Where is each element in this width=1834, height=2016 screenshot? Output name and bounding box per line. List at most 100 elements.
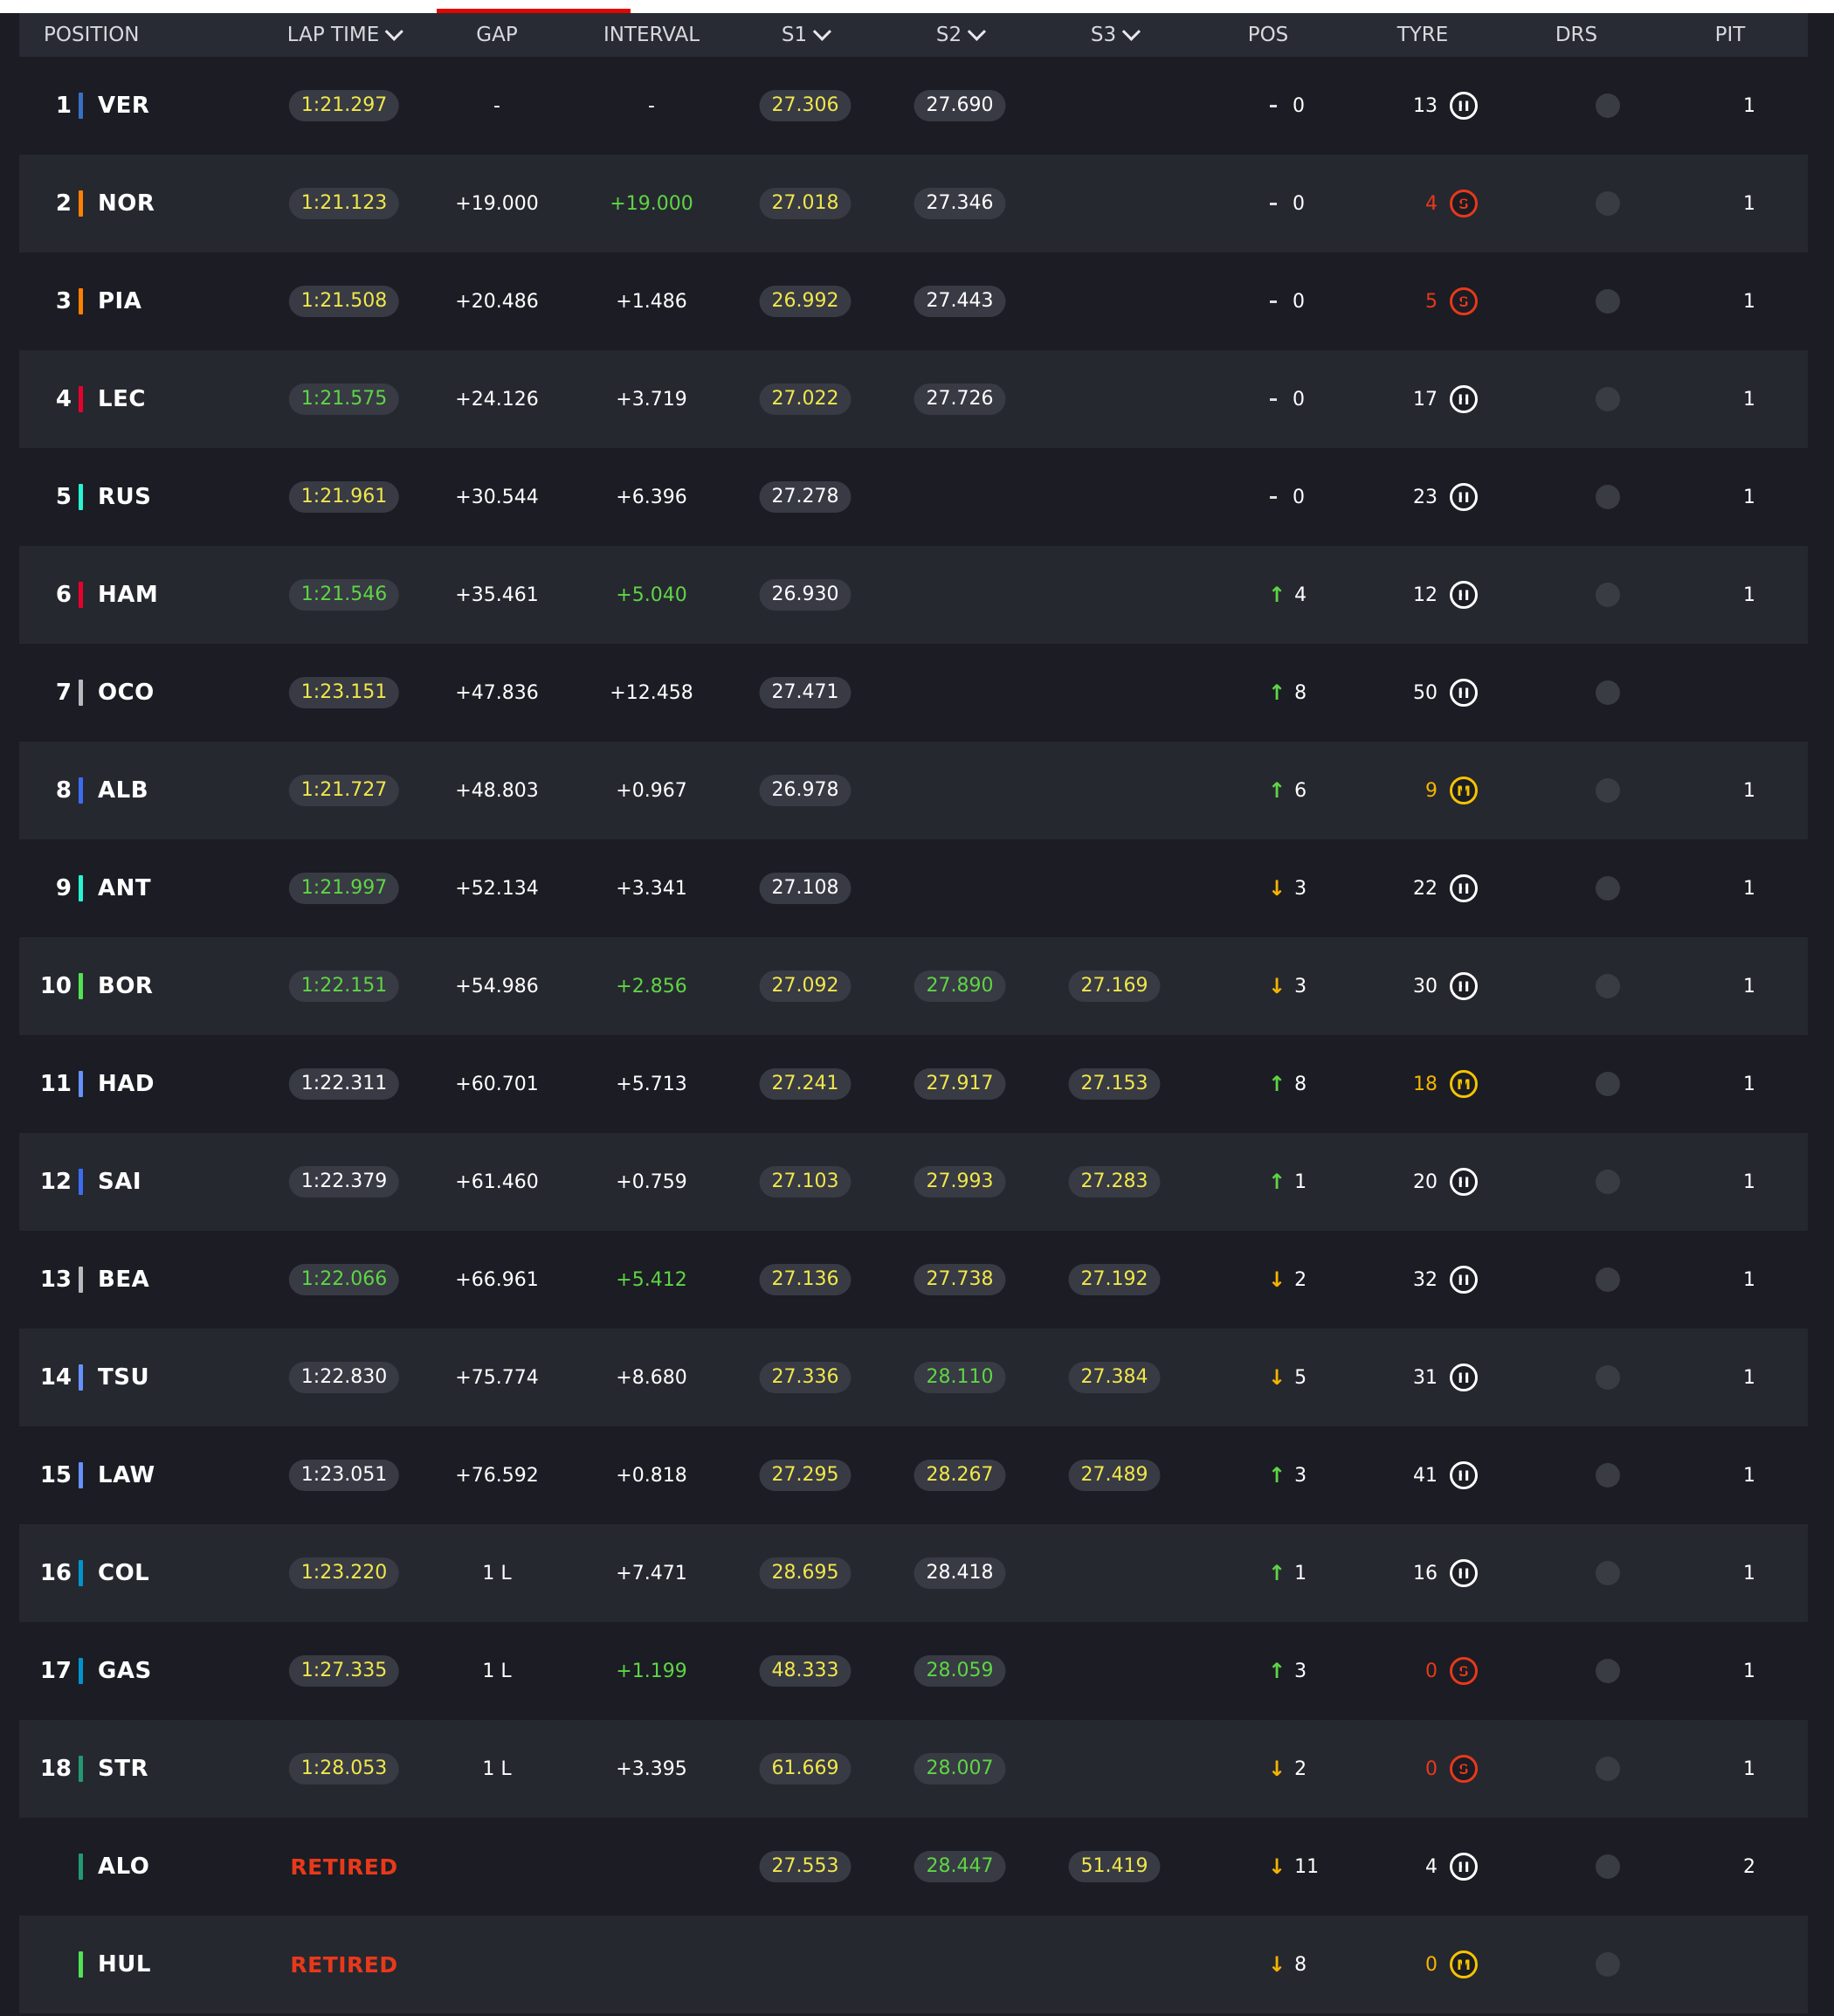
position-change: ↑ 8 — [1268, 1035, 1338, 1133]
sector2-time: 28.418 — [914, 1557, 1006, 1589]
table-row[interactable]: 10 BOR 1:22.151 +54.986 +2.856 27.092 27… — [19, 937, 1808, 1035]
tyre-age: 0 — [1425, 1953, 1438, 1976]
position-change: 0 — [1268, 155, 1338, 252]
position-number: 14 — [39, 1364, 72, 1391]
drs-cell — [1596, 1818, 1620, 1916]
position-change-value: 4 — [1294, 583, 1307, 606]
table-row[interactable]: 16 COL 1:23.220 1 L +7.471 28.695 28.418… — [19, 1524, 1808, 1622]
sector1-time: 26.978 — [759, 775, 852, 806]
header-pos[interactable]: POS — [1248, 13, 1289, 57]
sector1-time: 27.018 — [759, 188, 852, 219]
tyre-age: 20 — [1413, 1170, 1438, 1193]
pit-count: 1 — [1743, 583, 1755, 606]
table-row[interactable]: 5 RUS 1:21.961 +30.544 +6.396 27.278 0 2… — [19, 448, 1808, 546]
s2-cell: 27.443 — [914, 252, 1006, 350]
pit-count: 1 — [1743, 94, 1755, 117]
table-row[interactable]: 7 OCO 1:23.151 +47.836 +12.458 27.471 ↑ … — [19, 644, 1808, 742]
header-tyre[interactable]: TYRE — [1397, 13, 1449, 57]
tyre-medium-icon: M — [1450, 1950, 1478, 1978]
tyre-cell: 17 H — [1382, 350, 1478, 448]
header-lap-time[interactable]: LAP TIME — [287, 13, 404, 57]
table-row[interactable]: 18 STR 1:28.053 1 L +3.395 61.669 28.007… — [19, 1720, 1808, 1818]
lap-time: 1:22.379 — [288, 1166, 400, 1198]
table-row[interactable]: HUL RETIRED ↓ 8 0 M — [19, 1916, 1808, 2013]
tyre-age: 4 — [1425, 192, 1438, 215]
table-row[interactable]: 4 LEC 1:21.575 +24.126 +3.719 27.022 27.… — [19, 350, 1808, 448]
table-row[interactable]: 14 TSU 1:22.830 +75.774 +8.680 27.336 28… — [19, 1329, 1808, 1426]
lap-time: 1:27.335 — [288, 1655, 400, 1687]
table-row[interactable]: 15 LAW 1:23.051 +76.592 +0.818 27.295 28… — [19, 1426, 1808, 1524]
interval-value: - — [648, 94, 655, 117]
interval-value: +1.486 — [616, 290, 687, 313]
sector2-time: 27.726 — [914, 383, 1006, 415]
gap-cell: +76.592 — [455, 1426, 538, 1524]
arrow-up-icon: ↑ — [1268, 680, 1286, 705]
header-s1[interactable]: S1 — [782, 13, 832, 57]
header-s3-label: S3 — [1090, 24, 1117, 46]
header-interval[interactable]: INTERVAL — [603, 13, 700, 57]
interval-cell: - — [648, 57, 655, 155]
table-row[interactable]: 2 NOR 1:21.123 +19.000 +19.000 27.018 27… — [19, 155, 1808, 252]
table-row[interactable]: 9 ANT 1:21.997 +52.134 +3.341 27.108 ↓ 3… — [19, 839, 1808, 937]
position-number — [28, 1818, 72, 1916]
sector2-time: 28.007 — [914, 1753, 1006, 1785]
header-gap-label: GAP — [476, 24, 518, 46]
position-change-value: 6 — [1294, 779, 1307, 802]
sector2-time: 27.346 — [914, 188, 1006, 219]
header-drs[interactable]: DRS — [1555, 13, 1597, 57]
position-number: 11 — [39, 1071, 72, 1097]
tyre-cell: 16 H — [1382, 1524, 1478, 1622]
pit-count: 1 — [1743, 975, 1755, 998]
lap-time: 1:21.297 — [288, 90, 400, 121]
tyre-age: 17 — [1413, 388, 1438, 411]
tyre-cell: 5 S — [1382, 252, 1478, 350]
table-row[interactable]: 1 VER 1:21.297 - - 27.306 27.690 0 13 H … — [19, 57, 1808, 155]
pit-count: 1 — [1743, 779, 1755, 802]
table-row[interactable]: 11 HAD 1:22.311 +60.701 +5.713 27.241 27… — [19, 1035, 1808, 1133]
table-row[interactable]: ALO RETIRED 27.553 28.447 51.419 ↓ 11 4 … — [19, 1818, 1808, 1916]
tyre-cell: 23 H — [1382, 448, 1478, 546]
gap-value: +52.134 — [455, 877, 539, 900]
header-s2[interactable]: S2 — [936, 13, 987, 57]
table-row[interactable]: 3 PIA 1:21.508 +20.486 +1.486 26.992 27.… — [19, 252, 1808, 350]
drs-indicator-icon — [1596, 680, 1620, 705]
tyre-age: 9 — [1425, 779, 1438, 802]
tyre-age: 0 — [1425, 1660, 1438, 1682]
tyre-cell: 31 H — [1382, 1329, 1478, 1426]
drs-cell — [1596, 742, 1620, 839]
team-color-bar — [79, 190, 83, 217]
header-pit[interactable]: PIT — [1715, 13, 1746, 57]
sector1-time: 27.022 — [759, 383, 852, 415]
driver-code: HAD — [98, 1071, 155, 1097]
s1-cell: 27.136 — [759, 1231, 852, 1329]
gap-value: 1 L — [482, 1562, 512, 1584]
sector2-time: 28.267 — [914, 1460, 1006, 1491]
s1-cell: 27.336 — [759, 1329, 852, 1426]
header-position[interactable]: POSITION — [44, 13, 140, 57]
table-row[interactable]: 12 SAI 1:22.379 +61.460 +0.759 27.103 27… — [19, 1133, 1808, 1231]
s2-cell: 28.418 — [914, 1524, 1006, 1622]
position-number: 16 — [39, 1560, 72, 1586]
drs-cell — [1596, 937, 1620, 1035]
table-row[interactable]: 17 GAS 1:27.335 1 L +1.199 48.333 28.059… — [19, 1622, 1808, 1720]
tyre-age: 12 — [1413, 583, 1438, 606]
header-gap[interactable]: GAP — [476, 13, 517, 57]
lap-time: 1:21.546 — [288, 579, 400, 611]
driver-code: HUL — [98, 1951, 151, 1978]
driver-code: PIA — [98, 288, 142, 314]
arrow-up-icon: ↑ — [1268, 1072, 1286, 1096]
s2-cell: 27.890 — [914, 937, 1006, 1035]
position-change: 0 — [1268, 448, 1338, 546]
drs-cell — [1596, 1231, 1620, 1329]
lap-time-cell: 1:27.335 — [288, 1622, 400, 1720]
table-row[interactable]: 8 ALB 1:21.727 +48.803 +0.967 26.978 ↑ 6… — [19, 742, 1808, 839]
gap-value: 1 L — [482, 1660, 512, 1682]
tyre-cell: 13 H — [1382, 57, 1478, 155]
table-row[interactable]: 6 HAM 1:21.546 +35.461 +5.040 26.930 ↑ 4… — [19, 546, 1808, 644]
pit-count: 1 — [1743, 1660, 1755, 1682]
position-change: ↑ 4 — [1268, 546, 1338, 644]
interval-value: +1.199 — [616, 1660, 687, 1682]
table-row[interactable]: 13 BEA 1:22.066 +66.961 +5.412 27.136 27… — [19, 1231, 1808, 1329]
lap-time: 1:21.575 — [288, 383, 400, 415]
header-s3[interactable]: S3 — [1090, 13, 1141, 57]
